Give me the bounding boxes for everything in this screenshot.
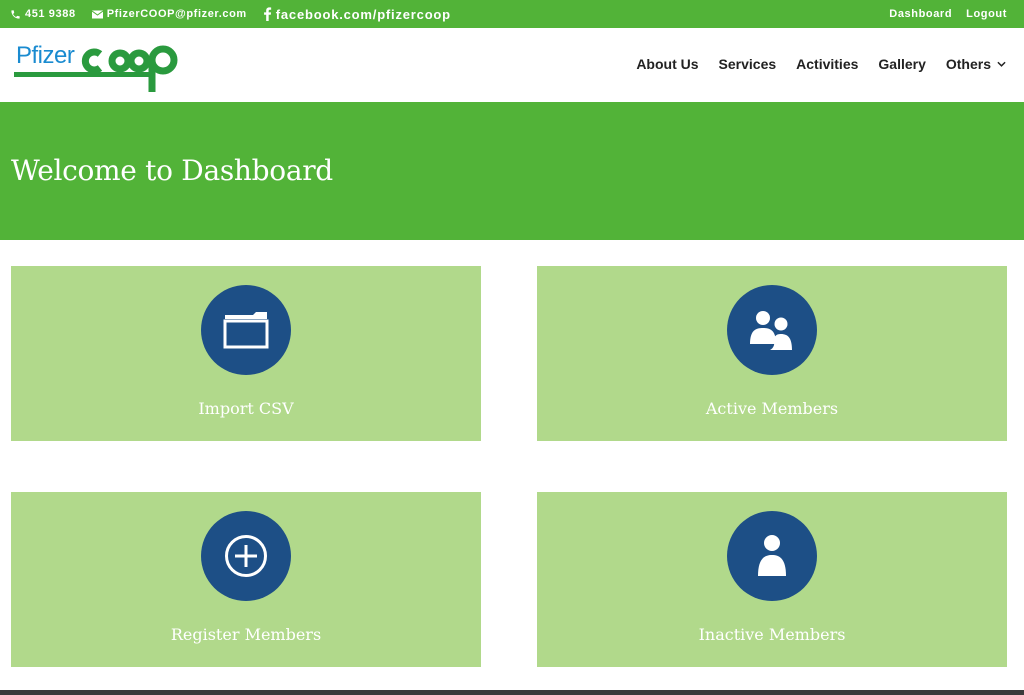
pfizer-coop-logo[interactable]: Pfizer xyxy=(14,36,184,96)
envelope-icon xyxy=(91,10,103,18)
chevron-down-icon xyxy=(997,61,1006,67)
inactive-members-card[interactable]: Inactive Members xyxy=(537,492,1007,667)
facebook-url[interactable]: facebook.com/pfizercoop xyxy=(276,7,451,22)
logout-link[interactable]: Logout xyxy=(966,8,1007,20)
user-icon xyxy=(758,535,786,576)
card-label: Active Members xyxy=(705,399,839,418)
nav-others-label: Others xyxy=(945,56,991,72)
icon-circle xyxy=(201,285,291,375)
phone-contact: 451 9388 xyxy=(10,8,76,20)
active-members-card[interactable]: Active Members xyxy=(537,266,1007,441)
dashboard-link[interactable]: Dashboard xyxy=(889,8,952,20)
nav-gallery[interactable]: Gallery xyxy=(878,56,925,72)
card-label: Register Members xyxy=(170,625,322,644)
phone-icon xyxy=(11,9,20,19)
facebook-icon xyxy=(263,7,271,21)
email-contact[interactable]: PfizerCOOP@pfizer.com xyxy=(91,8,247,20)
nav-about-us[interactable]: About Us xyxy=(636,56,698,72)
icon-circle xyxy=(201,511,291,601)
users-icon xyxy=(750,311,792,350)
main-nav: About Us Services Activities Gallery Oth… xyxy=(616,56,1006,72)
icon-circle xyxy=(727,285,817,375)
folder-icon xyxy=(223,312,269,349)
plus-circle-icon xyxy=(225,535,267,577)
nav-others[interactable]: Others xyxy=(946,56,1006,72)
card-label: Inactive Members xyxy=(698,625,846,644)
top-bar: 451 9388 PfizerCOOP@pfizer.com facebook.… xyxy=(0,0,1024,28)
import-csv-card[interactable]: Import CSV xyxy=(11,266,481,441)
nav-activities[interactable]: Activities xyxy=(796,56,858,72)
coop-logo-mark xyxy=(14,45,178,92)
icon-circle xyxy=(727,511,817,601)
hero-banner: Welcome to Dashboard xyxy=(0,102,1024,240)
facebook-link[interactable]: facebook.com/pfizercoop xyxy=(263,7,451,22)
email-address[interactable]: PfizerCOOP@pfizer.com xyxy=(107,8,247,20)
nav-services[interactable]: Services xyxy=(719,56,777,72)
bottom-edge-bar xyxy=(0,690,1024,695)
card-label: Import CSV xyxy=(198,399,294,418)
register-members-card[interactable]: Register Members xyxy=(11,492,481,667)
site-header: Pfizer About Us Services Activities Gall… xyxy=(0,28,1024,102)
page-title: Welcome to Dashboard xyxy=(11,154,333,187)
phone-number: 451 9388 xyxy=(25,8,76,20)
